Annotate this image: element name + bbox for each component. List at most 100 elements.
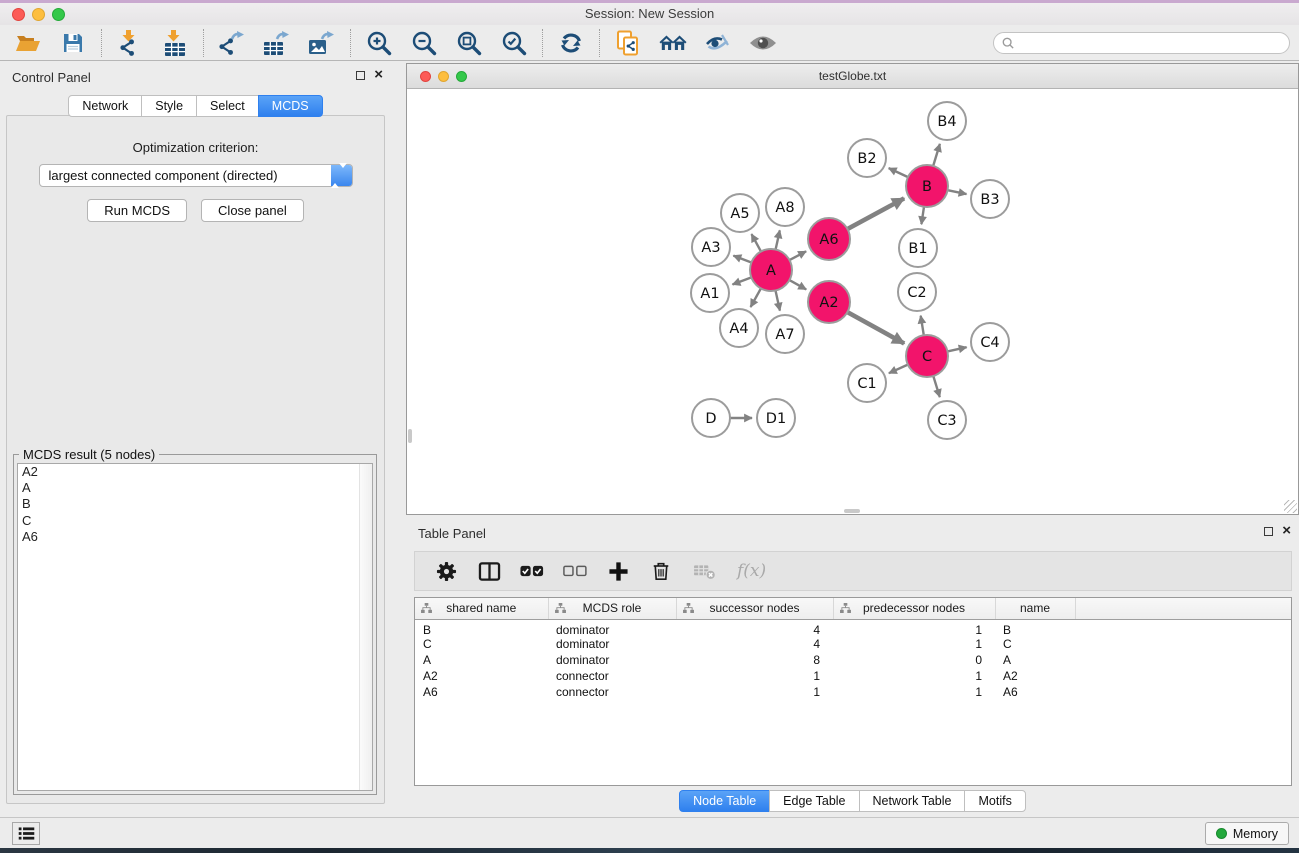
table-row[interactable]: Bdominator41B: [415, 619, 1291, 637]
close-table-panel-icon[interactable]: ×: [1282, 526, 1291, 536]
mcds-result-item[interactable]: A: [18, 480, 372, 496]
deselect-all-icon[interactable]: [563, 564, 587, 578]
mcds-result-item[interactable]: A6: [18, 529, 372, 545]
edge-A-A7[interactable]: [776, 291, 780, 311]
edge-A2-C[interactable]: [847, 312, 904, 343]
edge-B-B2[interactable]: [889, 168, 908, 177]
edge-B-B3[interactable]: [948, 190, 967, 194]
zoom-selected-icon[interactable]: [500, 29, 528, 57]
graph-node-A3[interactable]: A3: [692, 228, 730, 266]
mcds-result-item[interactable]: A2: [18, 464, 372, 480]
table-cell[interactable]: A: [415, 652, 548, 668]
graph-node-B2[interactable]: B2: [848, 139, 886, 177]
column-header-name[interactable]: name: [995, 598, 1075, 619]
graph-node-C3[interactable]: C3: [928, 401, 966, 439]
table-cell[interactable]: A: [995, 652, 1075, 668]
scrollbar[interactable]: [359, 464, 372, 790]
edge-C-C2[interactable]: [921, 316, 924, 336]
eye-icon[interactable]: [749, 29, 777, 57]
edge-C-C4[interactable]: [948, 347, 967, 351]
mcds-result-item[interactable]: C: [18, 513, 372, 529]
import-network-icon[interactable]: [116, 29, 144, 57]
table-cell[interactable]: C: [995, 637, 1075, 653]
close-panel-button[interactable]: Close panel: [201, 199, 304, 222]
graph-node-A5[interactable]: A5: [721, 194, 759, 232]
column-header-MCDS-role[interactable]: MCDS role: [548, 598, 676, 619]
table-cell[interactable]: 0: [833, 652, 995, 668]
table-cell[interactable]: B: [415, 619, 548, 637]
zoom-window-button[interactable]: [52, 8, 65, 21]
mcds-result-list[interactable]: A2ABCA6: [17, 463, 373, 791]
table-cell[interactable]: 4: [676, 619, 833, 637]
network-zoom-button[interactable]: [456, 71, 467, 82]
table-cell[interactable]: connector: [548, 684, 676, 700]
graph-node-C1[interactable]: C1: [848, 364, 886, 402]
graph-node-A6[interactable]: A6: [808, 218, 850, 260]
table-cell[interactable]: 1: [833, 619, 995, 637]
table-cell[interactable]: 1: [833, 637, 995, 653]
table-cell[interactable]: A6: [415, 684, 548, 700]
edge-A-A3[interactable]: [733, 256, 751, 263]
task-history-button[interactable]: [12, 822, 40, 845]
edge-A-A4[interactable]: [751, 288, 761, 307]
show-columns-icon[interactable]: [477, 561, 501, 582]
function-builder-icon[interactable]: f(x): [737, 561, 766, 581]
delete-table-icon[interactable]: [692, 562, 716, 581]
edge-A-A5[interactable]: [752, 234, 762, 252]
table-cell[interactable]: 1: [833, 684, 995, 700]
network-minimize-button[interactable]: [438, 71, 449, 82]
graph-node-D[interactable]: D: [692, 399, 730, 437]
edge-C-C3[interactable]: [933, 376, 940, 397]
graph-node-B[interactable]: B: [906, 165, 948, 207]
houses-icon[interactable]: [659, 29, 687, 57]
open-file-icon[interactable]: [14, 29, 42, 57]
optimization-select[interactable]: largest connected component (directed): [39, 164, 353, 187]
table-row[interactable]: Cdominator41C: [415, 637, 1291, 653]
table-cell[interactable]: 1: [833, 668, 995, 684]
import-table-icon[interactable]: [161, 29, 189, 57]
network-window-titlebar[interactable]: testGlobe.txt: [407, 64, 1298, 89]
table-cell[interactable]: dominator: [548, 652, 676, 668]
duplicate-network-icon[interactable]: [614, 29, 642, 57]
graph-node-A7[interactable]: A7: [766, 315, 804, 353]
edge-A-A1[interactable]: [733, 277, 752, 284]
table-cell[interactable]: 8: [676, 652, 833, 668]
table-cell[interactable]: connector: [548, 668, 676, 684]
table-row[interactable]: Adominator80A: [415, 652, 1291, 668]
graph-node-C[interactable]: C: [906, 335, 948, 377]
graph-node-A8[interactable]: A8: [766, 188, 804, 226]
column-header-successor-nodes[interactable]: successor nodes: [676, 598, 833, 619]
network-canvas[interactable]: AA1A2A3A4A5A6A7A8BB1B2B3B4CC1C2C3C4DD1: [407, 90, 1298, 514]
edge-A-A2[interactable]: [789, 280, 806, 289]
table-cell[interactable]: dominator: [548, 637, 676, 653]
table-cell[interactable]: 1: [676, 668, 833, 684]
close-window-button[interactable]: [12, 8, 25, 21]
tab-node-table[interactable]: Node Table: [679, 790, 770, 812]
graph-node-A2[interactable]: A2: [808, 281, 850, 323]
graph-node-A4[interactable]: A4: [720, 309, 758, 347]
edge-A-A8[interactable]: [776, 230, 780, 249]
edge-B-B1[interactable]: [921, 207, 924, 224]
graph-node-B4[interactable]: B4: [928, 102, 966, 140]
graph-node-C4[interactable]: C4: [971, 323, 1009, 361]
graph-node-C2[interactable]: C2: [898, 273, 936, 311]
float-table-panel-icon[interactable]: [1264, 527, 1273, 536]
table-cell[interactable]: A6: [995, 684, 1075, 700]
tab-network[interactable]: Network: [68, 95, 142, 117]
zoom-out-icon[interactable]: [410, 29, 438, 57]
close-panel-icon[interactable]: ×: [374, 70, 383, 80]
graph-node-B1[interactable]: B1: [899, 229, 937, 267]
float-panel-icon[interactable]: [356, 71, 365, 80]
table-cell[interactable]: A2: [415, 668, 548, 684]
tab-mcds[interactable]: MCDS: [258, 95, 323, 117]
search-input[interactable]: [1019, 36, 1281, 50]
tab-edge-table[interactable]: Edge Table: [769, 790, 859, 812]
column-header-predecessor-nodes[interactable]: predecessor nodes: [833, 598, 995, 619]
table-cell[interactable]: 4: [676, 637, 833, 653]
save-session-icon[interactable]: [59, 29, 87, 57]
export-network-icon[interactable]: [218, 29, 246, 57]
graph-node-A[interactable]: A: [750, 249, 792, 291]
settings-gear-icon[interactable]: [434, 561, 458, 582]
resize-grip[interactable]: [1284, 500, 1297, 513]
edge-A6-B[interactable]: [848, 198, 905, 229]
